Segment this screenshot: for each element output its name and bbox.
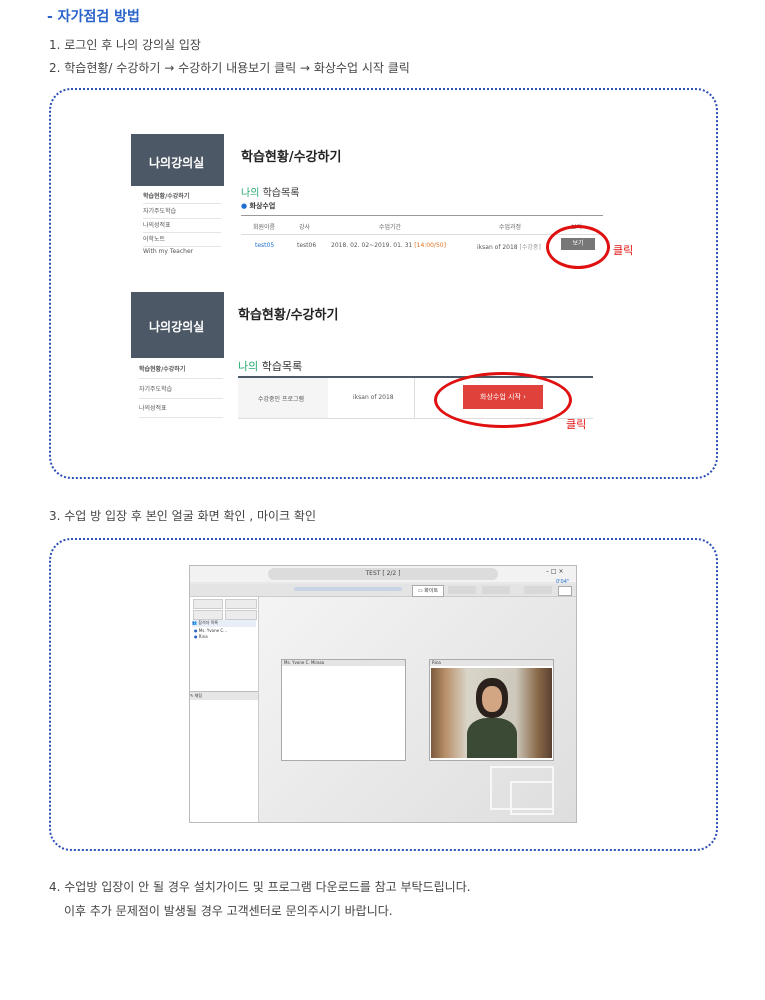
participants-header: 👥 참석자 목록 (192, 620, 256, 627)
section-title: 나의 학습목록 (241, 188, 300, 199)
sidebar-item[interactable]: 학습현황/수강하기 (143, 191, 221, 204)
subsection-title: ● 화상수업 (241, 202, 276, 210)
video-class-window: TEST [ 2/2 ] – □ × 0'04" ▭ 화이트 👥 참석자 목록 … (189, 565, 577, 823)
video-label: Ms. Yvone C. Mirasa (282, 660, 405, 666)
row-label: 수강중인 프로그램 (258, 396, 305, 403)
mic-icon: ● (194, 628, 198, 633)
video-panel-teacher: Ms. Yvone C. Mirasa (281, 659, 406, 761)
step-2: 2. 학습현황/ 수강하기 → 수강하기 내용보기 클릭 → 화상수업 시작 클… (49, 61, 410, 75)
section-title: 나의 학습목록 (238, 360, 303, 373)
sidebar-header: 나의강의실 (131, 134, 224, 186)
record-button[interactable] (225, 599, 257, 609)
sidebar-item[interactable]: 자기주도학습 (139, 384, 223, 399)
control-button[interactable] (225, 610, 257, 620)
person-body (467, 718, 517, 758)
table-cell-member: test05 (255, 242, 275, 249)
section-heading: - 자가점검 방법 (47, 9, 140, 25)
chat-header[interactable]: ✎ 채팅 (190, 691, 258, 700)
people-icon: 👥 (192, 620, 197, 625)
step-4-note: 이후 추가 문제점이 발생될 경우 고객센터로 문의주시기 바랍니다. (64, 904, 393, 918)
close-icon[interactable]: × (559, 568, 564, 575)
sidebar-item[interactable]: 자기주도학습 (143, 206, 221, 219)
click-annotation: 클릭 (566, 418, 587, 431)
participant-item[interactable]: ● Ms. Yvone C... (194, 628, 227, 633)
volume-slider[interactable] (294, 587, 402, 591)
step-3: 3. 수업 방 입장 후 본인 얼굴 화면 확인 , 마이크 확인 (49, 509, 316, 523)
window-title: TEST [ 2/2 ] (268, 568, 498, 580)
sidebar-item[interactable]: 어학노트 (143, 234, 221, 247)
control-button[interactable] (193, 599, 223, 609)
table-header: 회원이름 (253, 224, 276, 231)
control-button[interactable] (193, 610, 223, 620)
table-top-rule (241, 215, 603, 216)
mic-icon: ● (194, 634, 198, 639)
sidebar-item[interactable]: 학습현황/수강하기 (139, 364, 223, 379)
cell-divider (414, 378, 415, 418)
row-value: iksan of 2018 (353, 394, 394, 401)
maximize-icon[interactable]: □ (551, 568, 557, 575)
toolbar-button[interactable] (558, 586, 572, 596)
click-annotation: 클릭 (613, 244, 634, 257)
table-cell-period: 2018. 02. 02~2019. 01. 31 [14:00/50] (331, 242, 446, 249)
lecture-room-screenshot-a: 나의강의실 학습현황/수강하기 자기주도학습 나의성적표 어학노트 With m… (131, 134, 603, 256)
student-webcam-feed (431, 668, 552, 758)
table-cell-teacher: test06 (297, 242, 317, 249)
window-controls: – □ × (546, 568, 564, 575)
table-header: 강사 (299, 224, 311, 231)
bullet-icon: ● (241, 202, 248, 210)
toolbar-button[interactable] (448, 586, 476, 594)
sidebar-title: 나의강의실 (149, 156, 205, 170)
page-title: 학습현황/수강하기 (241, 150, 342, 165)
step-4: 4. 수업방 입장이 안 될 경우 설치가이드 및 프로그램 다운로드를 참고 … (49, 880, 471, 894)
video-panel-student: Rina (429, 659, 554, 761)
decor-rect (510, 781, 554, 815)
toolbar-button[interactable] (524, 586, 552, 594)
person-face (482, 686, 502, 712)
tab-whiteboard[interactable]: ▭ 화이트 (412, 585, 444, 597)
minimize-icon[interactable]: – (546, 568, 549, 575)
sidebar-item[interactable]: With my Teacher (143, 248, 221, 256)
sidebar-title: 나의강의실 (149, 320, 205, 334)
step-1: 1. 로그인 후 나의 강의실 입장 (49, 38, 201, 52)
table-header: 수업기간 (379, 224, 402, 231)
table-cell-course: iksan of 2018 [수강중] (477, 244, 541, 251)
table-rule (241, 234, 603, 235)
board-icon: ▭ (417, 588, 423, 594)
sidebar-item[interactable]: 나의성적표 (139, 403, 223, 418)
toolbar-button[interactable] (482, 586, 510, 594)
highlight-circle (546, 225, 610, 269)
video-label: Rina (430, 660, 553, 666)
page-title: 학습현황/수강하기 (238, 308, 339, 323)
participant-item[interactable]: ● Rina (194, 634, 208, 639)
highlight-circle (434, 372, 572, 428)
chat-icon: ✎ (190, 693, 194, 698)
sidebar-item[interactable]: 나의성적표 (143, 220, 221, 233)
table-header: 수업과정 (499, 224, 522, 231)
sidebar-header: 나의강의실 (131, 292, 224, 358)
